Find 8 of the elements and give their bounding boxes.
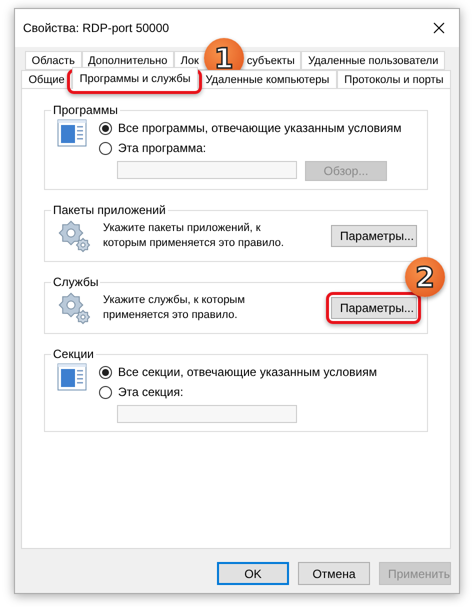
window-title: Свойства: RDP-port 50000 [23, 21, 170, 35]
step-callout-tooltip: 2 [405, 257, 445, 297]
description-text: Укажите службы, к которым применяется это правило. [103, 293, 246, 323]
group-title: Секции [52, 347, 95, 361]
group-title: Пакеты приложений [52, 203, 167, 217]
group-title: Программы [52, 103, 119, 117]
group-title: Службы [52, 275, 100, 289]
description-text: Укажите пакеты приложений, к которым применяется это правило. [103, 221, 285, 251]
